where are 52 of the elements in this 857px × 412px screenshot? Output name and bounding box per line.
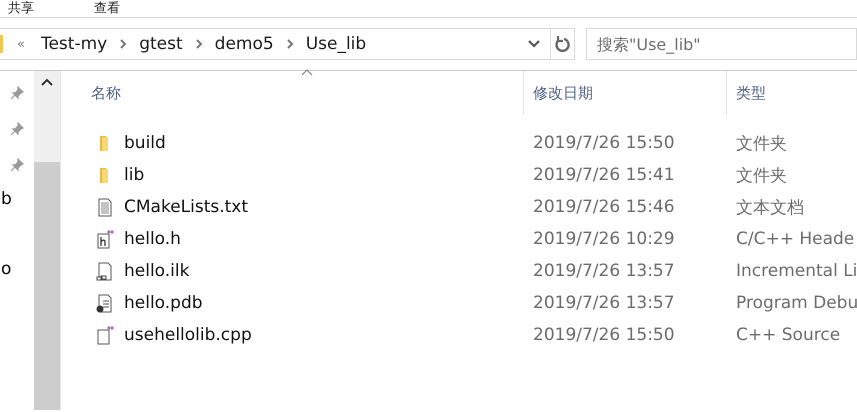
ribbon-tab[interactable]: 查看 bbox=[94, 2, 120, 16]
file-name[interactable]: hello.pdb bbox=[124, 293, 203, 313]
breadcrumb[interactable]: gtest bbox=[135, 34, 187, 54]
column-header[interactable]: 类型 bbox=[726, 71, 857, 115]
modified-date: 2019/7/26 15:50 bbox=[532, 133, 676, 153]
modified-date: 2019/7/26 15:41 bbox=[532, 165, 676, 185]
pin-icon[interactable] bbox=[10, 86, 24, 100]
address-bar[interactable]: « Test-my gtest demo5 Use_lib bbox=[0, 28, 575, 60]
pin-icon[interactable] bbox=[10, 158, 24, 172]
header-file-icon bbox=[96, 229, 114, 249]
debug-file-icon bbox=[96, 293, 114, 313]
breadcrumb[interactable]: demo5 bbox=[210, 34, 278, 54]
modified-date: 2019/7/26 13:57 bbox=[532, 261, 676, 281]
file-type: C++ Source bbox=[735, 325, 842, 345]
file-type: Program Debu bbox=[735, 293, 857, 313]
file-name[interactable]: hello.h bbox=[124, 229, 181, 249]
overflow-chevron[interactable]: « bbox=[17, 36, 25, 52]
scrollbar[interactable] bbox=[34, 71, 60, 410]
file-name[interactable]: lib bbox=[124, 165, 144, 185]
modified-date: 2019/7/26 10:29 bbox=[532, 229, 676, 249]
file-type: 文本文档 bbox=[735, 196, 805, 218]
document-icon bbox=[96, 197, 114, 217]
file-name[interactable]: usehellolib.cpp bbox=[124, 325, 252, 345]
breadcrumb[interactable]: Use_lib bbox=[302, 34, 370, 54]
column-header[interactable]: 修改日期 bbox=[523, 71, 726, 115]
ribbon-tab[interactable]: 共享 bbox=[8, 2, 34, 16]
file-name[interactable]: hello.ilk bbox=[124, 261, 190, 281]
chevron-icon bbox=[119, 39, 128, 49]
nav-item[interactable]: o bbox=[1, 259, 12, 329]
file-name[interactable]: build bbox=[124, 133, 166, 153]
linked-file-icon bbox=[96, 261, 114, 281]
column-header[interactable]: 名称 bbox=[91, 71, 523, 115]
search-field[interactable]: 搜索"Use_lib" bbox=[586, 28, 857, 60]
modified-date: 2019/7/26 13:57 bbox=[532, 293, 676, 313]
pin-icon[interactable] bbox=[10, 122, 24, 136]
nav-item[interactable]: b bbox=[1, 189, 12, 259]
source-file-icon bbox=[96, 325, 114, 345]
dropdown-icon[interactable] bbox=[528, 40, 540, 48]
file-type: 文件夹 bbox=[735, 132, 788, 154]
file-type: C/C++ Heade bbox=[735, 229, 856, 249]
file-name[interactable]: CMakeLists.txt bbox=[124, 197, 248, 217]
file-type: 文件夹 bbox=[735, 164, 788, 186]
chevron-icon bbox=[194, 39, 203, 49]
scrollbar-thumb[interactable] bbox=[34, 162, 60, 410]
file-type: Incremental Li bbox=[735, 261, 857, 281]
modified-date: 2019/7/26 15:46 bbox=[532, 197, 676, 217]
chevron-icon bbox=[286, 39, 294, 49]
breadcrumb[interactable]: Test-my bbox=[36, 34, 112, 54]
refresh-icon bbox=[554, 35, 570, 53]
scroll-up-icon[interactable] bbox=[41, 78, 53, 86]
sort-ascending-icon bbox=[301, 69, 313, 76]
modified-date: 2019/7/26 15:50 bbox=[532, 325, 676, 345]
